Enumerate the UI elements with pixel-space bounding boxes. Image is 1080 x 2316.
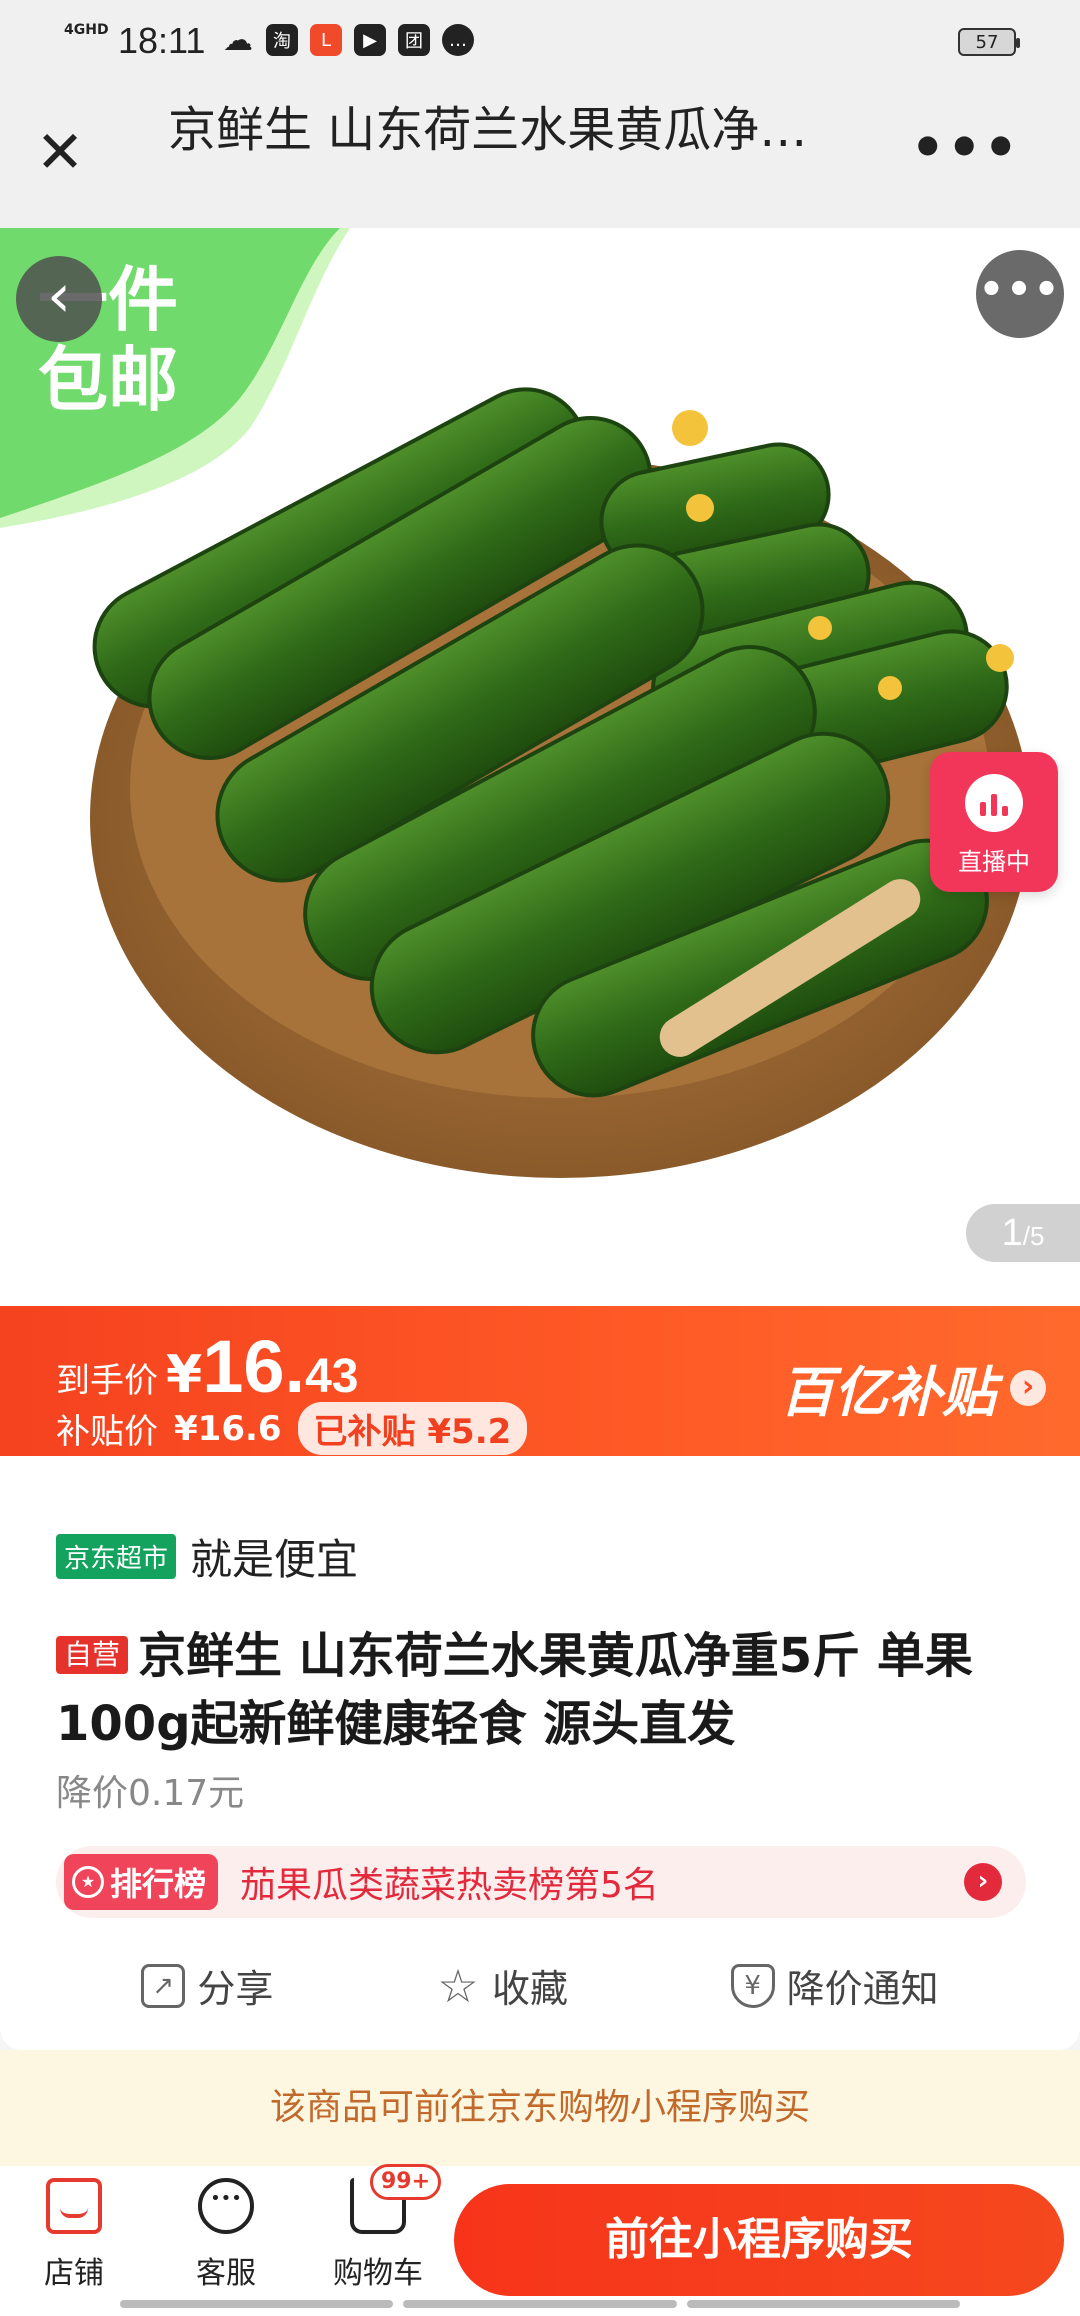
pager-total: /5 [1022, 1221, 1045, 1251]
tab-shop-label: 店铺 [44, 2256, 104, 2291]
tab-shop[interactable]: 店铺 [14, 2178, 134, 2292]
product-title-block: 自营 京鲜生 山东荷兰水果黄瓜净重5斤 单果100g起新鲜健康轻食 源头直发 [56, 1622, 1036, 1758]
subsidy-campaign-link[interactable]: 百亿补贴 › [780, 1348, 1046, 1427]
home-indicator [120, 2300, 960, 2308]
share-button[interactable]: ↗ 分享 [141, 1958, 273, 2013]
more-menu-button[interactable]: ••• [910, 121, 1020, 175]
final-price-integer: 16. [202, 1325, 306, 1408]
self-operated-tag: 自营 [56, 1636, 129, 1674]
video-icon: ▶ [354, 24, 386, 56]
notification-icons: ☁ 淘 L ▶ 团 … [222, 22, 474, 58]
image-more-button[interactable]: ••• [976, 250, 1064, 338]
bottom-action-bar: 店铺 客服 购物车 99+ 前往小程序购买 [0, 2164, 1080, 2316]
ranking-row[interactable]: ★ 排行榜 茄果瓜类蔬菜热卖榜第5名 › [56, 1846, 1026, 1918]
chevron-right-icon: › [964, 1863, 1002, 1901]
cloud-icon: ☁ [223, 22, 253, 58]
subsidy-row: 补贴价 ¥16.6 已补贴 ¥5.2 [56, 1402, 528, 1455]
store-row: 京东超市 就是便宜 [56, 1526, 358, 1587]
subsidy-label: 补贴价 [56, 1412, 158, 1452]
close-button[interactable]: ✕ [30, 123, 90, 184]
go-to-mini-program-button[interactable]: 前往小程序购买 [454, 2184, 1064, 2296]
live-stream-badge[interactable]: 直播中 [930, 752, 1058, 892]
ranking-tag-label: 排行榜 [110, 1865, 207, 1903]
mini-program-notice: 该商品可前往京东购物小程序购买 [0, 2050, 1080, 2166]
tuan-icon: 团 [398, 24, 430, 56]
share-icon: ↗ [141, 1963, 186, 2008]
cart-count-badge: 99+ [370, 2164, 442, 2200]
subsidy-price: ¥16.6 [174, 1408, 282, 1449]
chevron-left-icon: ‹ [47, 261, 71, 331]
network-indicator: 4GHD [64, 22, 109, 38]
product-info-card: 京东超市 就是便宜 自营 京鲜生 山东荷兰水果黄瓜净重5斤 单果100g起新鲜健康… [0, 1456, 1080, 2050]
chat-icon: … [442, 24, 474, 56]
product-title: 京鲜生 山东荷兰水果黄瓜净重5斤 单果100g起新鲜健康轻食 源头直发 [56, 1628, 973, 1752]
favorite-button[interactable]: ☆ 收藏 [436, 1958, 568, 2013]
favorite-label: 收藏 [491, 1967, 568, 2011]
ranking-text: 茄果瓜类蔬菜热卖榜第5名 [240, 1865, 659, 1906]
chevron-right-icon: › [1010, 1369, 1046, 1406]
subsidy-amount-pill: 已补贴 ¥5.2 [297, 1402, 528, 1455]
final-price-label: 到手价 [56, 1361, 158, 1401]
tab-service[interactable]: 客服 [166, 2178, 286, 2292]
price-alert-icon: ¥ [730, 1963, 775, 2008]
share-label: 分享 [197, 1967, 274, 2011]
battery-indicator: 57 [958, 28, 1020, 56]
price-drop-text: 降价0.17元 [56, 1773, 245, 1814]
store-slogan: 就是便宜 [190, 1535, 359, 1584]
status-bar: 4GHD 18:11 ☁ 淘 L ▶ 团 … 57 [0, 0, 1080, 84]
promo-text-line2: 包邮 [38, 339, 178, 421]
store-tag[interactable]: 京东超市 [56, 1534, 177, 1579]
live-bars-icon [965, 774, 1023, 832]
tab-cart-label: 购物车 [333, 2256, 423, 2291]
customer-service-icon [198, 2178, 254, 2234]
final-price-decimal: 43 [305, 1350, 359, 1403]
price-alert-label: 降价通知 [786, 1967, 939, 2011]
back-button[interactable]: ‹ [16, 256, 102, 342]
action-row: ↗ 分享 ☆ 收藏 ¥ 降价通知 [0, 1958, 1080, 2013]
final-price-row: 到手价 ¥ 16. 43 [56, 1324, 358, 1409]
taobao-icon: 淘 [266, 24, 298, 56]
status-time: 18:11 [118, 20, 206, 61]
star-icon: ☆ [437, 1958, 479, 2013]
shop-icon [46, 2178, 102, 2234]
tab-service-label: 客服 [196, 2256, 256, 2291]
campaign-label: 百亿补贴 [780, 1361, 996, 1424]
price-alert-button[interactable]: ¥ 降价通知 [730, 1958, 939, 2013]
product-image-carousel[interactable]: 一件 包邮 ‹ ••• 直播中 1/5 [0, 228, 1080, 1306]
ranking-tag: ★ 排行榜 [64, 1854, 219, 1910]
lazada-icon: L [310, 24, 342, 56]
price-banner[interactable]: 到手价 ¥ 16. 43 补贴价 ¥16.6 已补贴 ¥5.2 百亿补贴 › [0, 1306, 1080, 1456]
medal-icon: ★ [72, 1866, 104, 1898]
live-label: 直播中 [958, 848, 1030, 876]
image-pager: 1/5 [966, 1204, 1080, 1262]
page-title: 京鲜生 山东荷兰水果黄瓜净… [168, 102, 808, 158]
top-header: 4GHD 18:11 ☁ 淘 L ▶ 团 … 57 ✕ 京鲜生 山东荷兰水果黄瓜… [0, 0, 1080, 228]
currency-symbol: ¥ [166, 1345, 203, 1405]
pager-current: 1 [1001, 1212, 1023, 1254]
